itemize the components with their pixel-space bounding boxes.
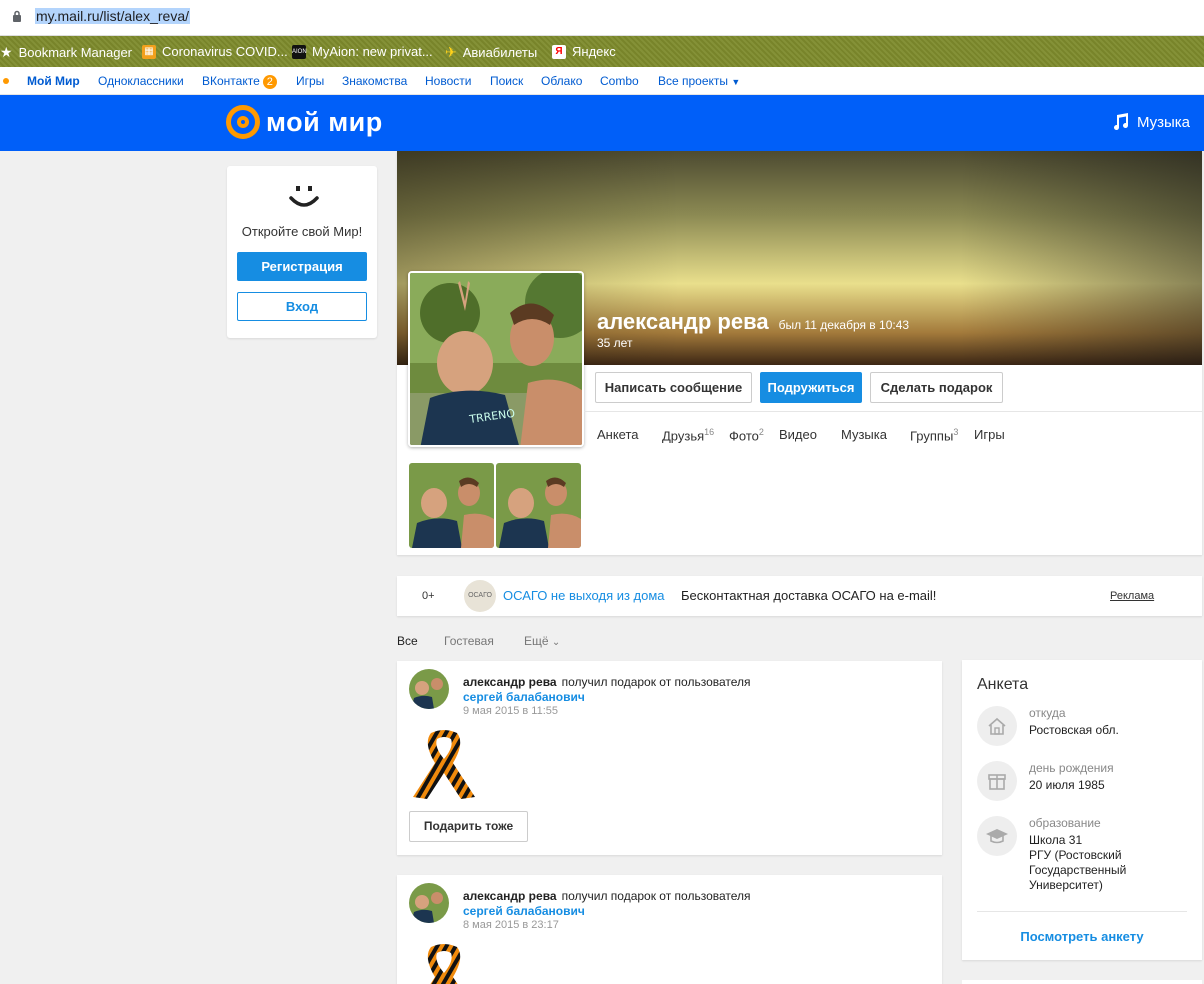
post-header: александр рева получил подарок от пользов… (463, 889, 751, 903)
portal-link-vkontakte[interactable]: ВКонтакте 2 (202, 74, 277, 89)
tab-music[interactable]: Музыка (841, 427, 887, 442)
avatar-thumb (409, 883, 449, 923)
gift-too-button[interactable]: Подарить тоже (409, 811, 528, 842)
divider (977, 911, 1187, 912)
tab-friends[interactable]: Друзья16 (662, 427, 714, 443)
reg-prompt: Откройте свой Мир! (241, 224, 363, 239)
portal-link-moi-mir[interactable]: Мой Мир (27, 74, 80, 88)
bookmark-coronavirus[interactable]: ▦ Coronavirus COVID... (142, 44, 288, 59)
last-seen: был 11 декабря в 10:43 (778, 318, 910, 332)
send-gift-button[interactable]: Сделать подарок (870, 372, 1003, 403)
tab-groups[interactable]: Группы3 (910, 427, 958, 443)
tab-anketa[interactable]: Анкета (597, 427, 639, 442)
address-bar[interactable]: my.mail.ru/list/alex_reva/ (0, 0, 1204, 36)
bookmark-yandex[interactable]: Я Яндекс (552, 44, 616, 59)
photo-thumbnail[interactable] (409, 463, 494, 548)
portal-link-all-projects[interactable]: Все проекты ▼ (658, 74, 740, 88)
covid-icon: ▦ (142, 44, 156, 59)
portal-link-odnoklassniki[interactable]: Одноклассники (98, 74, 184, 88)
write-message-button[interactable]: Написать сообщение (595, 372, 752, 403)
caret-down-icon: ▼ (731, 77, 741, 87)
yandex-icon: Я (552, 44, 566, 59)
portal-nav: Мой Мир Одноклассники ВКонтакте 2 Игры Зн… (0, 67, 1204, 95)
smile-icon (289, 186, 319, 207)
feed-post: александр рева получил подарок от пользов… (397, 875, 942, 984)
portal-dot-icon (3, 78, 9, 84)
home-icon (977, 706, 1017, 746)
profile-age: 35 лет (597, 336, 633, 350)
registration-card: Откройте свой Мир! Регистрация Вход (227, 166, 377, 338)
photo-thumbnail[interactable] (496, 463, 581, 548)
ad-description: Бесконтактная доставка ОСАГО на e-mail! (681, 588, 937, 603)
post-author[interactable]: александр рева (463, 675, 557, 689)
avatar-photo: TRRENO (410, 273, 582, 445)
music-link[interactable]: Музыка (1111, 112, 1190, 132)
post-author[interactable]: александр рева (463, 889, 557, 903)
filter-all[interactable]: Все (397, 634, 418, 648)
ad-logo-icon: ОСАГО (464, 580, 496, 612)
post-friend-link[interactable]: сергей балабанович (463, 690, 585, 704)
bookmarks-bar: ★ Bookmark Manager ▦ Coronavirus COVID..… (0, 36, 1204, 67)
feed-post: александр рева получил подарок от пользов… (397, 661, 942, 855)
anketa-title: Анкета (977, 676, 1029, 693)
thumbnail-image (496, 463, 581, 548)
post-date: 8 мая 2015 в 23:17 (463, 919, 559, 931)
login-button[interactable]: Вход (237, 292, 367, 321)
view-profile-link[interactable]: Посмотреть анкету (962, 929, 1202, 944)
bookmark-manager[interactable]: ★ Bookmark Manager (0, 44, 132, 61)
post-header: александр рева получил подарок от пользов… (463, 675, 751, 689)
chevron-down-icon: ⌄ (551, 637, 561, 648)
portal-link-novosti[interactable]: Новости (425, 74, 471, 88)
aion-icon: AION (292, 44, 307, 59)
graduation-cap-icon (977, 816, 1017, 856)
st-george-ribbon-icon (413, 730, 475, 799)
age-limit: 0+ (422, 590, 435, 602)
profile-name: александр рева был 11 декабря в 10:43 (597, 309, 910, 334)
anketa-card: Анкета откуда Ростовская обл. день рожде… (962, 660, 1202, 960)
url-text[interactable]: my.mail.ru/list/alex_reva/ (35, 8, 191, 24)
divider (584, 411, 1202, 412)
post-friend-link[interactable]: сергей балабанович (463, 904, 585, 918)
profile-card: TRRENO александр рева был 11 декабря в 1… (397, 151, 1202, 555)
ad-banner[interactable]: 0+ ОСАГО ОСАГО не выходя из дома Бесконт… (397, 576, 1202, 616)
music-note-icon (1113, 113, 1128, 130)
bookmark-aviabilety[interactable]: ✈ Авиабилеты (445, 44, 537, 61)
ad-label[interactable]: Реклама (1110, 590, 1154, 602)
filter-guestbook[interactable]: Гостевая (444, 634, 494, 648)
tab-photo[interactable]: Фото2 (729, 427, 764, 443)
bookmark-myaion[interactable]: AION MyAion: new privat... (292, 44, 433, 59)
thumbnail-image (409, 463, 494, 548)
befriend-button[interactable]: Подружиться (760, 372, 862, 403)
gift-icon (977, 761, 1017, 801)
portal-link-combo[interactable]: Combo (600, 74, 639, 88)
register-button[interactable]: Регистрация (237, 252, 367, 281)
plane-icon: ✈ (445, 44, 457, 60)
portal-link-znakomstva[interactable]: Знакомства (342, 74, 407, 88)
avatar-thumb (409, 669, 449, 709)
filter-more[interactable]: Ещё ⌄ (524, 634, 560, 648)
vk-badge: 2 (262, 75, 277, 89)
lock-icon (13, 10, 21, 22)
profile-avatar[interactable]: TRRENO (408, 271, 584, 447)
site-header: мой мир Музыка (0, 95, 1204, 151)
next-card-edge (962, 980, 1202, 984)
post-avatar[interactable] (409, 883, 449, 923)
tab-video[interactable]: Видео (779, 427, 817, 442)
tab-games[interactable]: Игры (974, 427, 1005, 442)
ad-title[interactable]: ОСАГО не выходя из дома (503, 588, 665, 603)
post-date: 9 мая 2015 в 11:55 (463, 705, 559, 717)
at-logo-icon (226, 105, 260, 139)
portal-link-poisk[interactable]: Поиск (490, 74, 523, 88)
portal-link-oblako[interactable]: Облако (541, 74, 582, 88)
star-icon: ★ (0, 44, 13, 60)
post-avatar[interactable] (409, 669, 449, 709)
st-george-ribbon-icon (427, 944, 461, 984)
site-logo[interactable]: мой мир (226, 105, 383, 139)
portal-link-igry[interactable]: Игры (296, 74, 324, 88)
